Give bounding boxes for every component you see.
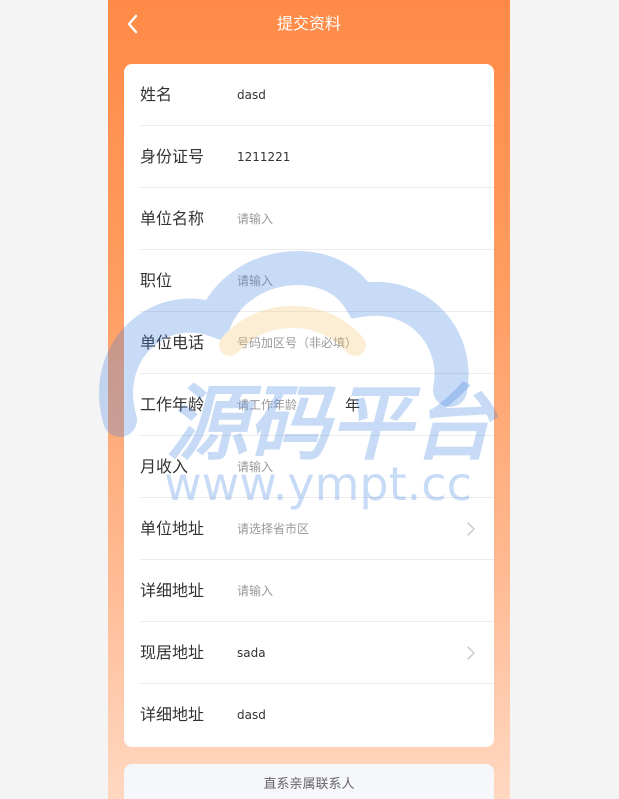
position-input[interactable] [237, 250, 457, 312]
form-row-company-name: 单位名称 [140, 188, 494, 250]
company-phone-label: 单位电话 [140, 333, 205, 352]
info-form-card: 姓名 身份证号 单位名称 职位 单位电话 工作年龄 年 月收入 [124, 64, 494, 747]
form-row-company-address[interactable]: 单位地址 请选择省市区 [140, 498, 494, 560]
form-row-monthly-income: 月收入 [140, 436, 494, 498]
form-row-home-address[interactable]: 现居地址 sada [140, 622, 494, 684]
phone-screen: 提交资料 姓名 身份证号 单位名称 职位 单位电话 工作年龄 年 [108, 0, 510, 799]
home-address-picker[interactable]: sada [237, 622, 266, 684]
app-header: 提交资料 [108, 0, 510, 48]
form-row-name: 姓名 [140, 64, 494, 126]
company-name-label: 单位名称 [140, 209, 205, 228]
form-row-home-detail-address: 详细地址 [140, 684, 494, 746]
work-years-label: 工作年龄 [140, 395, 205, 414]
work-years-unit: 年 [345, 396, 361, 414]
home-address-label: 现居地址 [140, 643, 205, 662]
form-row-id-number: 身份证号 [140, 126, 494, 188]
form-row-work-years: 工作年龄 年 [140, 374, 494, 436]
form-row-company-phone: 单位电话 [140, 312, 494, 374]
form-row-company-detail-address: 详细地址 [140, 560, 494, 622]
company-detail-address-label: 详细地址 [140, 581, 205, 600]
name-label: 姓名 [140, 85, 173, 104]
name-input[interactable] [237, 64, 457, 126]
relatives-section-title: 直系亲属联系人 [263, 777, 355, 792]
monthly-income-label: 月收入 [140, 457, 189, 476]
id-number-input[interactable] [237, 126, 457, 188]
home-detail-address-input[interactable] [237, 684, 457, 746]
form-row-position: 职位 [140, 250, 494, 312]
company-address-picker[interactable]: 请选择省市区 [237, 498, 309, 560]
relatives-section-card: 直系亲属联系人 [124, 764, 494, 799]
home-detail-address-label: 详细地址 [140, 705, 205, 724]
chevron-right-icon [466, 645, 476, 661]
chevron-right-icon [466, 521, 476, 537]
work-years-input[interactable] [237, 374, 333, 436]
company-phone-input[interactable] [237, 312, 457, 374]
position-label: 职位 [140, 271, 173, 290]
page-title: 提交资料 [276, 14, 341, 33]
monthly-income-input[interactable] [237, 436, 457, 498]
id-number-label: 身份证号 [140, 147, 205, 166]
company-detail-address-input[interactable] [237, 560, 457, 622]
company-address-label: 单位地址 [140, 519, 205, 538]
company-name-input[interactable] [237, 188, 457, 250]
